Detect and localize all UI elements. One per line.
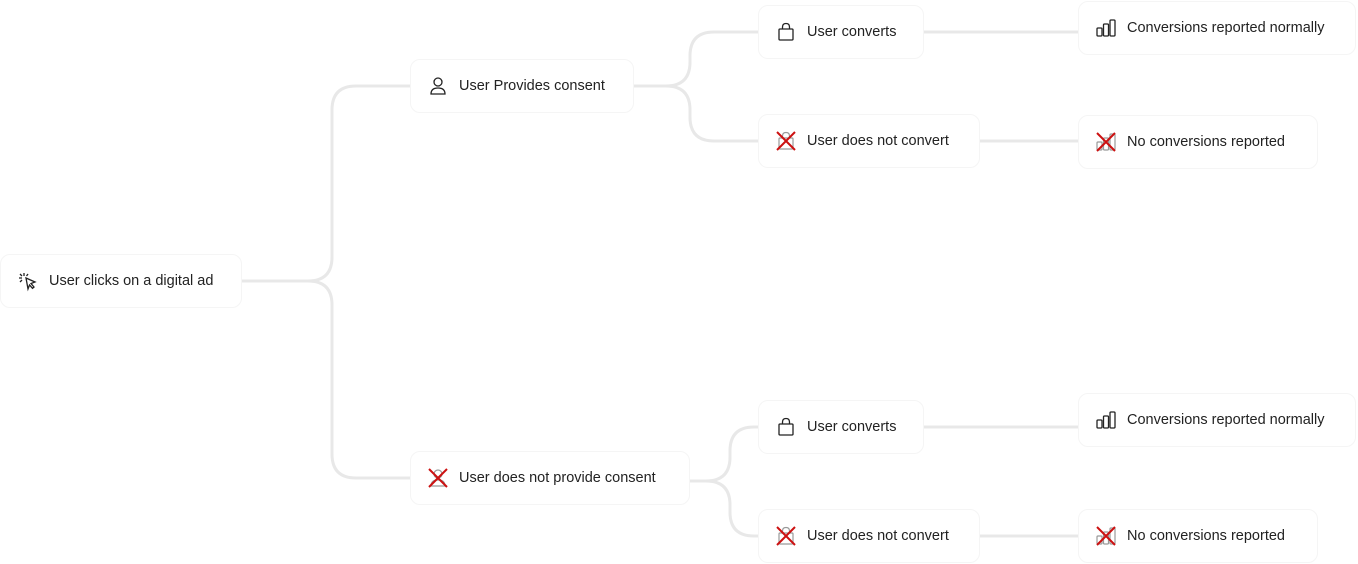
connector-noconsent-notconvert xyxy=(690,479,760,538)
node-label: User converts xyxy=(807,24,897,40)
node-label: No conversions reported xyxy=(1127,134,1285,150)
shopping-bag-icon xyxy=(775,416,797,438)
connector-root-consent xyxy=(242,84,412,283)
person-icon xyxy=(427,75,449,97)
person-crossed-icon xyxy=(427,467,449,489)
shopping-bag-icon xyxy=(775,21,797,43)
node-outcome-no-conversions: No conversions reported xyxy=(1078,115,1318,169)
node-noconsent-user-converts: User converts xyxy=(758,400,924,454)
node-consent-user-not-convert: User does not convert xyxy=(758,114,980,168)
node-outcome-reported-normally: Conversions reported normally xyxy=(1078,393,1356,447)
node-noconsent-user-not-convert: User does not convert xyxy=(758,509,980,563)
node-user-clicks-ad: User clicks on a digital ad xyxy=(0,254,242,308)
bar-chart-crossed-icon xyxy=(1095,525,1117,547)
bar-chart-crossed-icon xyxy=(1095,131,1117,153)
node-label: User does not convert xyxy=(807,528,949,544)
node-user-provides-consent: User Provides consent xyxy=(410,59,634,113)
node-label: User converts xyxy=(807,419,897,435)
node-label: User does not provide consent xyxy=(459,470,656,486)
bar-chart-icon xyxy=(1095,409,1117,431)
bar-chart-icon xyxy=(1095,17,1117,39)
connector-consent-notconvert xyxy=(634,84,760,143)
node-outcome-reported-normally: Conversions reported normally xyxy=(1078,1,1356,55)
node-label: No conversions reported xyxy=(1127,528,1285,544)
node-user-no-consent: User does not provide consent xyxy=(410,451,690,505)
node-outcome-no-conversions: No conversions reported xyxy=(1078,509,1318,563)
shopping-bag-crossed-icon xyxy=(775,525,797,547)
connector-noconsent-converts xyxy=(690,425,760,483)
node-label: User does not convert xyxy=(807,133,949,149)
node-label: Conversions reported normally xyxy=(1127,20,1325,36)
connector-consent-converts xyxy=(634,30,760,88)
connector-root-noconsent xyxy=(242,279,412,480)
node-label: User Provides consent xyxy=(459,78,605,94)
node-label: Conversions reported normally xyxy=(1127,412,1325,428)
shopping-bag-crossed-icon xyxy=(775,130,797,152)
cursor-click-icon xyxy=(17,270,39,292)
node-label: User clicks on a digital ad xyxy=(49,273,214,289)
node-consent-user-converts: User converts xyxy=(758,5,924,59)
